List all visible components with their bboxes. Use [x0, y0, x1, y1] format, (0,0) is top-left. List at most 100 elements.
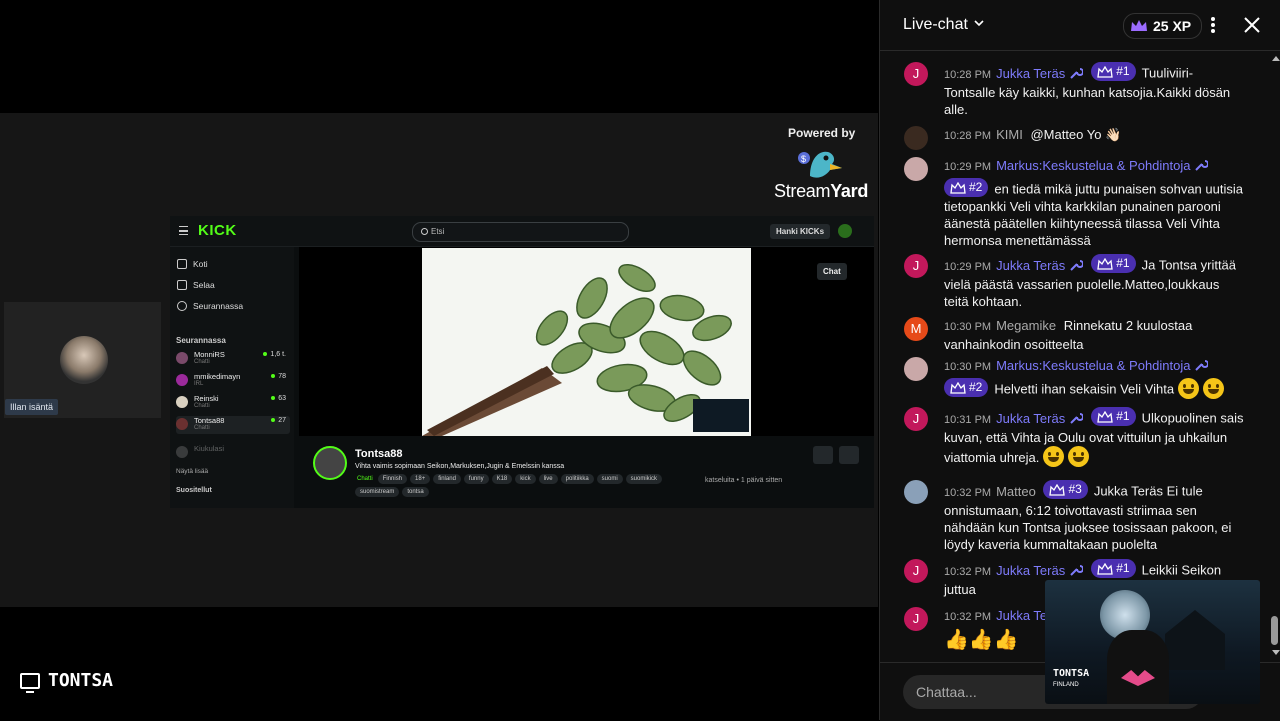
message-body: 10:31 PM Jukka Teräs #1 Ulkopuolinen sais k… [944, 407, 1244, 467]
message-body: 10:32 PM Matteo #3 Jukka Teräs Ei tule onn… [944, 480, 1244, 553]
timestamp: 10:29 PM [944, 161, 992, 173]
kick-logo: KICK [198, 222, 237, 239]
channel-brand-text: TONTSA [48, 670, 114, 691]
timestamp: 10:32 PM [944, 565, 992, 578]
crown-icon [1097, 257, 1113, 270]
author-name[interactable]: Jukka Teräs [996, 563, 1065, 578]
kick-stream-info: Tontsa88 Vihta vaimis sopimaan Seikon,Ma… [299, 438, 874, 508]
bell-icon [813, 446, 833, 464]
following-header: Seurannassa [176, 336, 226, 345]
avatar [176, 374, 188, 386]
member-badge: #1 [1091, 254, 1136, 273]
avatar[interactable] [904, 126, 928, 150]
author-name[interactable]: Markus:Keskustelua & Pohdintoja [996, 358, 1190, 373]
author-name[interactable]: KIMI [996, 127, 1023, 142]
wrench-icon [1070, 564, 1084, 576]
avatar[interactable]: M [904, 317, 928, 341]
member-badge: #1 [1091, 62, 1136, 81]
haunted-house-image [1165, 610, 1225, 670]
stream-tags: Chatti Finnish 18+ finland funny K18 kic… [355, 474, 695, 497]
chat-scrollbar-thumb[interactable] [1271, 616, 1278, 645]
author-name[interactable]: Jukka Teräs [996, 258, 1065, 273]
badge-rank: #2 [969, 380, 983, 394]
chevron-down-icon[interactable] [974, 18, 984, 28]
svg-text:$: $ [801, 154, 806, 164]
streamyard-word-a: Stream [774, 181, 831, 201]
kick-search-placeholder: Etsi [431, 227, 445, 236]
chat-message: J 10:31 PM Jukka Teräs #1 Ulkopuolinen sais… [904, 407, 1244, 467]
viewer-count: 63 [271, 395, 286, 402]
chat-message: J 10:29 PM Jukka Teräs #1 Ja Tontsa yrittää… [904, 254, 1244, 310]
timestamp: 10:32 PM [944, 611, 992, 623]
avatar[interactable]: J [904, 407, 928, 431]
scroll-down-arrow-icon[interactable] [1272, 650, 1280, 655]
following-category: Chatti [194, 359, 210, 365]
avatar[interactable] [904, 357, 928, 381]
chat-message: 10:28 PM KIMI @Matteo Yo 👋🏻 [904, 126, 1244, 150]
heart-icon [839, 446, 859, 464]
stream-title: Vihta vaimis sopimaan Seikon,Markuksen,J… [355, 463, 565, 470]
show-more-link: Näytä lisää [176, 468, 209, 475]
following-name: Reinski [194, 394, 219, 403]
member-badge: #2 [944, 178, 989, 197]
xp-badge[interactable]: 25 XP [1123, 13, 1203, 39]
crown-icon [1097, 410, 1113, 423]
tag: 18+ [410, 474, 431, 484]
tag: finland [433, 474, 461, 484]
streamer-figure [1107, 630, 1169, 704]
xp-value: 25 XP [1153, 18, 1192, 34]
avatar[interactable]: J [904, 559, 928, 583]
recommended-header: Suositellut [176, 487, 212, 494]
avatar[interactable]: J [904, 62, 928, 86]
crown-icon [950, 181, 966, 194]
avatar[interactable] [904, 480, 928, 504]
more-vert-icon[interactable] [1207, 15, 1219, 35]
message-text: en tiedä mikä juttu punaisen sohvan uuti… [944, 181, 1243, 248]
crown-icon [1097, 562, 1113, 575]
member-badge: #2 [944, 378, 989, 397]
kick-nav-home: Koti [177, 259, 208, 269]
author-name[interactable]: Jukka Teräs [996, 411, 1065, 426]
badge-rank: #3 [1068, 482, 1082, 496]
grin-emoji-icon [1178, 377, 1200, 399]
scroll-up-arrow-icon[interactable] [1272, 56, 1280, 61]
kick-nav-browse: Selaa [177, 280, 215, 290]
chat-message-list[interactable]: J 10:28 PM Jukka Teräs #1 Tuuliviiri-Tontsa… [880, 50, 1270, 662]
stream-stage: Powered by $ StreamYard Illan isäntä TON… [0, 0, 878, 720]
chat-title[interactable]: Live-chat [903, 16, 968, 34]
author-name[interactable]: Matteo [996, 484, 1036, 499]
timestamp: 10:30 PM [944, 321, 992, 333]
streamyard-logo-icon: $ [798, 151, 842, 178]
tag: politiikka [560, 474, 594, 484]
kick-screenshot: KICK Etsi Hanki KICKs Koti Selaa Seurann… [170, 216, 874, 508]
rofl-emoji-icon [1068, 445, 1090, 467]
sweat-smile-emoji-icon [1043, 445, 1065, 467]
meta-time: 1 päivä sitten [740, 477, 783, 484]
timestamp: 10:31 PM [944, 413, 992, 426]
member-badge: #3 [1043, 480, 1088, 499]
wrench-icon [1195, 360, 1209, 371]
browse-icon [177, 280, 187, 290]
author-name[interactable]: Megamike [996, 318, 1056, 333]
host-avatar [60, 336, 108, 384]
kick-sidebar: Koti Selaa Seurannassa Seurannassa Monni… [170, 247, 294, 508]
message-body: 10:28 PM Jukka Teräs #1 Tuuliviiri-Tontsall… [944, 62, 1244, 118]
chat-message: J 10:28 PM Jukka Teräs #1 Tuuliviiri-Tontsa… [904, 62, 1244, 118]
avatar [176, 446, 188, 458]
message-body: 10:29 PM Jukka Teräs #1 Ja Tontsa yrittää v… [944, 254, 1244, 310]
author-name[interactable]: Jukka Teräs [996, 66, 1065, 81]
author-name[interactable]: Markus:Keskustelua & Pohdintoja [996, 158, 1190, 173]
chat-header: Live-chat 25 XP [880, 0, 1280, 51]
avatar[interactable]: J [904, 607, 928, 631]
avatar[interactable] [904, 157, 928, 181]
viewer-count: 1,6 t. [263, 351, 286, 358]
following-name: MonniRS [194, 350, 225, 359]
following-name: mmikedimayn [194, 372, 241, 381]
home-icon [177, 259, 187, 269]
avatar[interactable]: J [904, 254, 928, 278]
message-body: 10:30 PM Markus:Keskustelua & Pohdintoja #… [944, 357, 1244, 399]
message-text: 👍👍👍 [944, 629, 1019, 651]
close-icon[interactable] [1242, 15, 1262, 35]
tag: suomi [596, 474, 623, 484]
search-icon [421, 228, 428, 235]
